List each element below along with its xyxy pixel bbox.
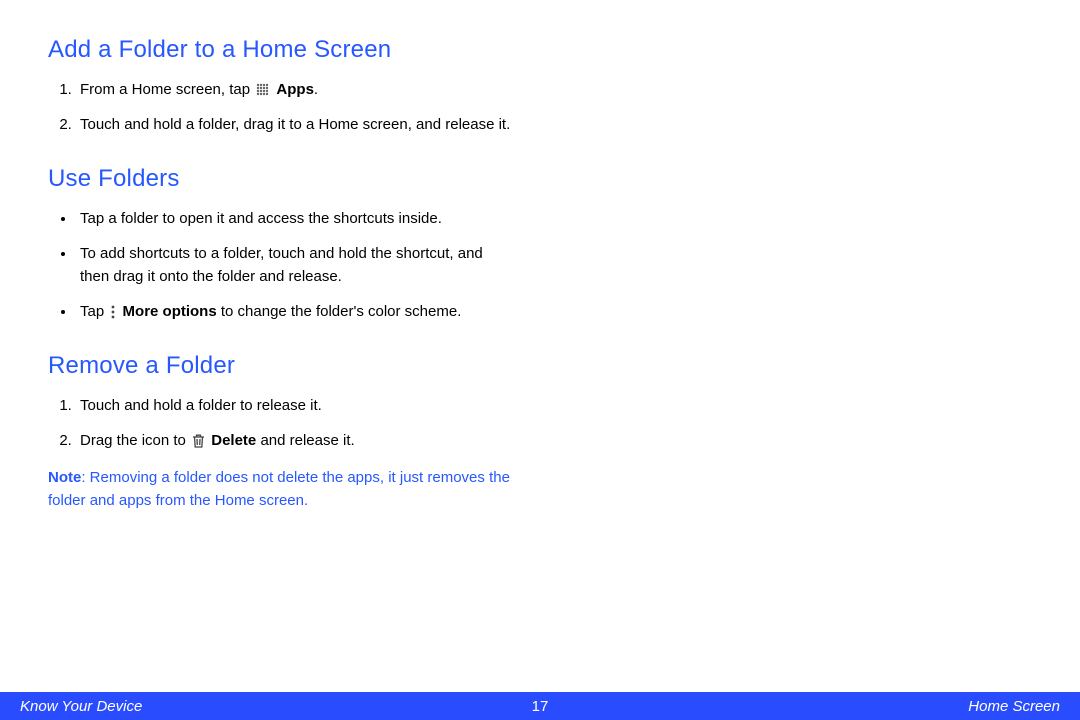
bullet-item: To add shortcuts to a folder, touch and … <box>76 242 512 289</box>
bullet-item: Tap More options to change the folder's … <box>76 300 512 323</box>
section-bullets: Tap a folder to open it and access the s… <box>48 207 512 324</box>
footer-left: Know Your Device <box>20 698 142 715</box>
page-footer: Know Your Device 17 Home Screen <box>0 692 1080 720</box>
section-heading: Use Folders <box>48 165 512 193</box>
page-number: 17 <box>532 698 549 715</box>
footer-right: Home Screen <box>968 698 1060 715</box>
apps-label: Apps <box>276 81 314 98</box>
document-content: Add a Folder to a Home Screen From a Hom… <box>0 0 560 513</box>
trash-icon <box>192 434 205 448</box>
step-item: From a Home screen, tap Apps. <box>76 78 512 101</box>
bullet-item: Tap a folder to open it and access the s… <box>76 207 512 230</box>
step-item: Drag the icon to Delete and release it. <box>76 429 512 452</box>
step-item: Touch and hold a folder, drag it to a Ho… <box>76 113 512 136</box>
delete-label: Delete <box>211 432 256 449</box>
section-steps: From a Home screen, tap Apps. Touch and … <box>48 78 512 137</box>
apps-grid-icon <box>256 83 270 97</box>
more-options-icon <box>110 305 116 319</box>
note-text: Note: Removing a folder does not delete … <box>48 466 512 513</box>
section-steps: Touch and hold a folder to release it. D… <box>48 394 512 453</box>
section-heading: Remove a Folder <box>48 352 512 380</box>
step-item: Touch and hold a folder to release it. <box>76 394 512 417</box>
section-heading: Add a Folder to a Home Screen <box>48 36 512 64</box>
more-options-label: More options <box>123 303 217 320</box>
